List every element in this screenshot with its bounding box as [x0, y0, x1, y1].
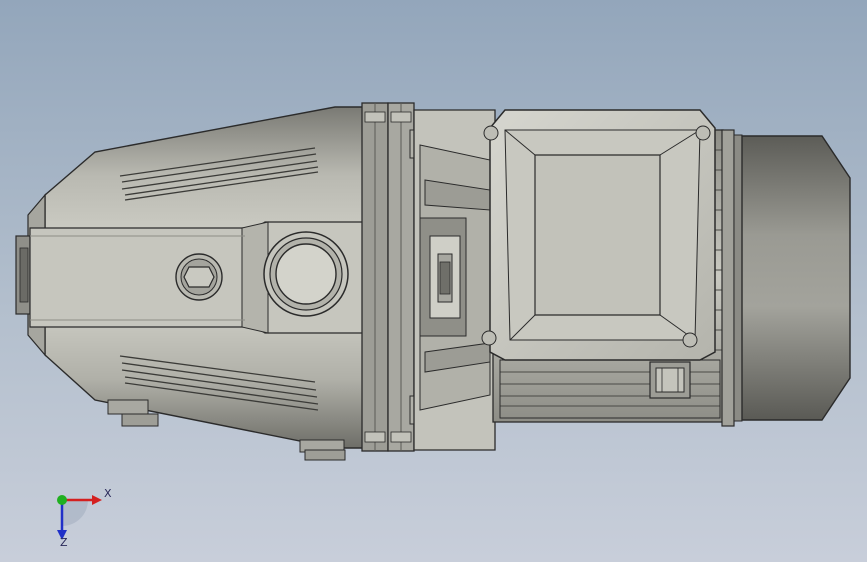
coupling-lantern[interactable] — [413, 109, 496, 451]
y-axis-dot — [57, 495, 67, 505]
x-axis-label: X — [104, 487, 112, 500]
triad-plane — [62, 500, 88, 526]
terminal-box[interactable] — [481, 109, 716, 361]
fan-cover[interactable] — [741, 135, 851, 421]
hex-drain-plug[interactable] — [175, 253, 223, 301]
motor-end-flange — [721, 129, 743, 427]
flange-clamp-rings[interactable] — [361, 102, 423, 452]
view-orientation-triad[interactable]: X Z — [40, 478, 120, 548]
z-axis-label: Z — [60, 536, 68, 548]
inlet-port[interactable] — [263, 231, 349, 317]
graphics-viewport[interactable]: X Z — [0, 0, 867, 562]
x-arrowhead — [92, 495, 102, 505]
pump-motor-model[interactable] — [0, 0, 867, 562]
cable-gland[interactable] — [649, 361, 691, 399]
